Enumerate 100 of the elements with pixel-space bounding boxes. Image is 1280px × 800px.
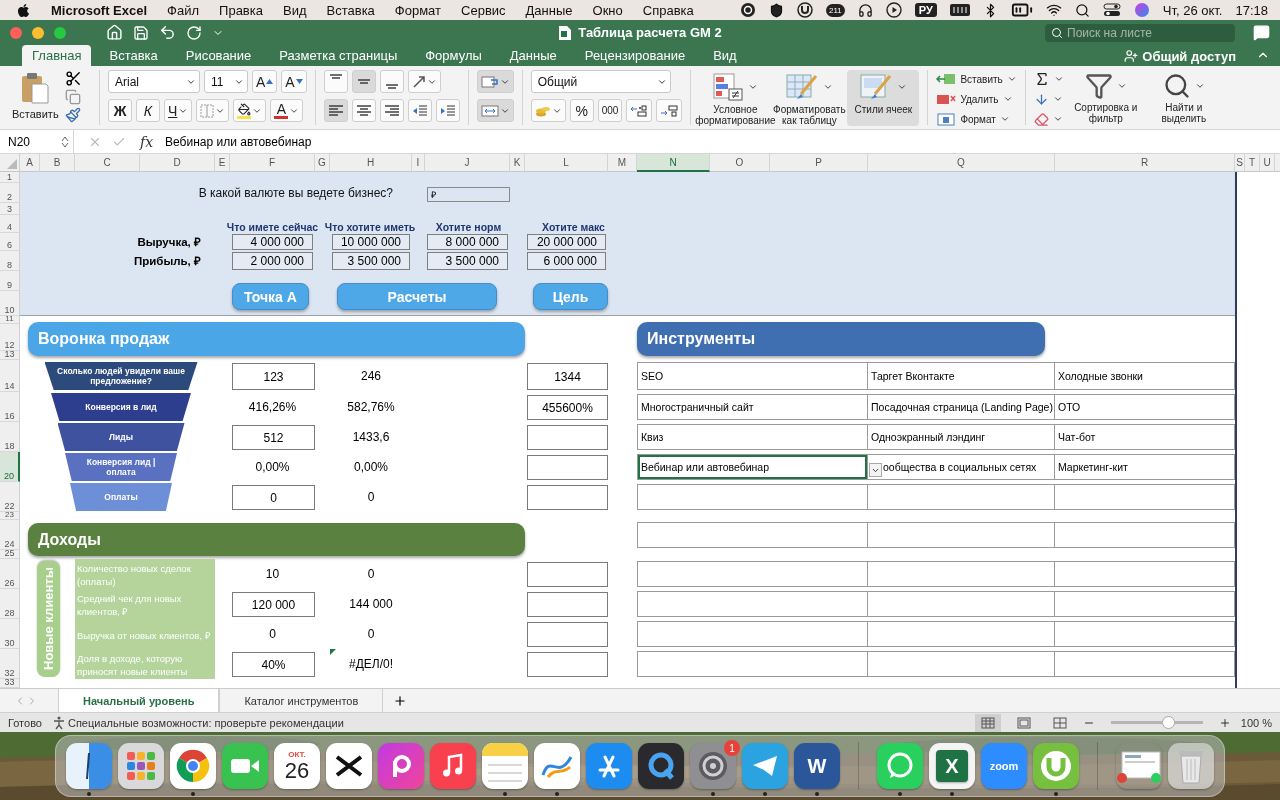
decrease-indent-button[interactable] [407, 99, 432, 122]
editing-button[interactable]: Найти и выделить [1147, 70, 1220, 126]
input-cell[interactable]: 40% [232, 652, 315, 677]
table-cell[interactable] [1055, 621, 1235, 647]
menu-item[interactable]: Вид [283, 2, 307, 18]
row-header[interactable]: 6 [0, 233, 20, 251]
menu-item[interactable]: Файл [167, 2, 200, 18]
row-header[interactable]: 3 [0, 203, 20, 215]
fill-color-button[interactable] [233, 99, 267, 122]
table-cell[interactable] [868, 561, 1055, 587]
row-header[interactable]: 18 [0, 422, 20, 452]
table-cell[interactable] [1055, 522, 1235, 548]
apple-icon[interactable] [16, 2, 31, 18]
app-icon[interactable]: W [794, 743, 840, 789]
table-cell[interactable]: SEO [637, 362, 868, 390]
column-header[interactable]: L [525, 154, 608, 172]
share-button[interactable]: Общий доступ [1118, 46, 1242, 66]
app-menu[interactable]: Microsoft Excel [51, 2, 148, 18]
home-icon[interactable] [106, 24, 123, 41]
column-header[interactable]: E [215, 154, 230, 172]
name-box[interactable]: N20 [0, 130, 74, 153]
circle-icon[interactable] [739, 2, 756, 18]
editing-button[interactable]: Сортировка и фильтр [1069, 70, 1142, 126]
minimize-button[interactable] [32, 26, 44, 39]
font-field[interactable]: Arial [108, 70, 200, 93]
input-cell[interactable]: 120 000 [232, 592, 315, 617]
vertical-align-button[interactable] [379, 70, 404, 93]
table-cell[interactable] [1055, 561, 1235, 587]
table-cell[interactable] [637, 651, 868, 677]
increase-indent-button[interactable] [435, 99, 460, 122]
wifi-icon[interactable] [1045, 2, 1062, 18]
table-cell[interactable] [1055, 651, 1235, 677]
date-label[interactable]: Чт, 26 окт. [1162, 2, 1223, 18]
value-field[interactable]: 4 000 000 [232, 234, 313, 250]
column-header[interactable]: Q [868, 154, 1055, 172]
vertical-align-button[interactable] [323, 70, 348, 93]
ribbon-tab[interactable]: Главная [22, 45, 92, 66]
font-size-field[interactable]: 11 [204, 70, 248, 93]
column-header[interactable]: T [1245, 154, 1260, 172]
table-cell[interactable]: Квиз [637, 424, 868, 450]
underline-button[interactable]: Ч [164, 99, 193, 122]
bold-button[interactable]: Ж [108, 99, 132, 122]
value-field[interactable]: 2 000 000 [232, 252, 313, 270]
control-center-icon[interactable] [1102, 3, 1121, 17]
table-cell[interactable] [637, 561, 868, 587]
orientation-button[interactable] [407, 70, 441, 93]
add-sheet-icon[interactable] [393, 693, 408, 708]
input-cell[interactable] [527, 455, 608, 480]
sheet-tab[interactable]: Начальный уровень [58, 689, 220, 712]
row-header[interactable]: 22 [0, 482, 20, 512]
table-cell[interactable]: Чат-бот [1055, 424, 1235, 450]
column-header[interactable]: A [20, 154, 40, 172]
row-header[interactable]: 2 [0, 183, 20, 203]
row-header[interactable]: 14 [0, 360, 20, 392]
font-color-button[interactable]: A [270, 99, 304, 122]
search-icon[interactable] [1074, 2, 1090, 18]
cells-button[interactable]: Удалить [936, 90, 1017, 108]
table-cell[interactable]: Холодные звонки [1055, 362, 1235, 390]
app-icon[interactable]: X [929, 743, 975, 789]
scissors-icon[interactable] [64, 70, 82, 87]
italic-button[interactable]: К [136, 99, 160, 122]
cells-button[interactable]: Формат [936, 110, 1017, 128]
row-header[interactable]: 20 [0, 452, 20, 482]
column-header[interactable]: C [75, 154, 140, 172]
value-field[interactable]: 3 500 000 [427, 252, 508, 270]
row-header[interactable]: 24 [0, 520, 20, 550]
input-source-indicator[interactable]: РУ [914, 3, 937, 17]
input-cell[interactable]: 455600% [527, 395, 608, 420]
percent-button[interactable]: % [569, 99, 594, 122]
horizontal-align-button[interactable] [351, 99, 376, 122]
column-header[interactable]: D [140, 154, 215, 172]
menu-item[interactable]: Данные [525, 2, 573, 18]
ribbon-tab[interactable]: Формулы [415, 45, 492, 66]
zoom-in-icon[interactable] [1218, 716, 1231, 729]
input-cell[interactable] [527, 562, 608, 587]
app-icon[interactable] [326, 743, 372, 789]
merge-button[interactable] [476, 99, 514, 122]
grow-font-button[interactable]: A [252, 70, 278, 93]
column-header[interactable]: M [608, 154, 637, 172]
row-header[interactable]: 1 [0, 172, 20, 183]
vertical-align-button[interactable] [351, 70, 376, 93]
styles-button[interactable]: Стили ячеек [847, 70, 920, 126]
siri-icon[interactable] [1133, 2, 1150, 18]
menu-item[interactable]: Вставка [326, 2, 375, 18]
decrease-decimal-button[interactable] [656, 99, 683, 122]
thousands-button[interactable]: 000 [597, 99, 623, 122]
table-cell[interactable] [868, 591, 1055, 617]
input-cell[interactable]: 512 [232, 425, 315, 450]
column-header[interactable]: J [425, 154, 510, 172]
notification-count[interactable]: 211 [825, 3, 845, 17]
table-cell[interactable] [868, 484, 1055, 510]
column-header[interactable]: K [510, 154, 525, 172]
dropdown-button[interactable] [869, 463, 882, 477]
menu-item[interactable]: Сервис [461, 2, 506, 18]
shield-icon[interactable] [768, 2, 784, 18]
table-cell[interactable]: Маркетинг-кит [1055, 454, 1235, 480]
cells-button[interactable]: Вставить [936, 70, 1017, 88]
column-header[interactable]: G [315, 154, 330, 172]
earbuds-icon[interactable] [857, 2, 873, 18]
input-cell[interactable] [527, 652, 608, 677]
